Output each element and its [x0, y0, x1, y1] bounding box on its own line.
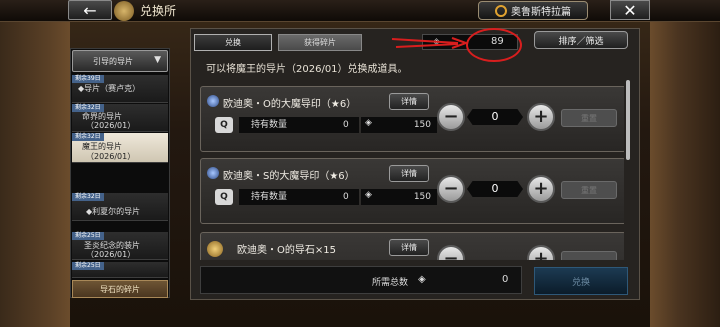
sidebar-item-label: 魔王的导片	[82, 142, 122, 151]
seal-icon	[207, 95, 219, 107]
quantity-value: 0	[467, 109, 523, 125]
sidebar-item-sublabel: （2026/01）	[86, 121, 136, 130]
reset-button[interactable]	[561, 251, 617, 260]
quantity-value: 0	[467, 181, 523, 197]
item-name: 欧迪奥・S的大魔导印（★6）	[223, 171, 355, 182]
sidebar-item-label: 命界的导片	[82, 112, 122, 121]
sidebar-item-label: ◆利夏尔的导片	[86, 207, 141, 216]
detail-button[interactable]: 详情	[389, 165, 429, 182]
page-title: 兑换所	[140, 4, 177, 18]
owned-label: 持有数量	[239, 189, 359, 205]
sidebar-item-5[interactable]: 剩余25日 圣炎纪念的装片 （2026/01）	[72, 232, 168, 260]
reset-button[interactable]: 重置	[561, 181, 617, 199]
tab-exchange[interactable]: 兑换	[194, 34, 272, 51]
back-button[interactable]: ←	[68, 0, 112, 20]
owned-label: 持有数量	[239, 117, 359, 133]
sidebar-category-dropdown[interactable]: 引导的导片 ▼	[72, 50, 168, 72]
exchange-button[interactable]: 兑换	[534, 267, 628, 295]
sidebar-item-3[interactable]: 剩余32日 魔王的导片 （2026/01）	[72, 133, 168, 163]
decrease-button[interactable]: −	[437, 245, 465, 260]
shard-icon: ◈	[418, 274, 426, 285]
sidebar-item-6[interactable]: 剩余25日	[72, 262, 168, 278]
increase-button[interactable]: +	[527, 245, 555, 260]
ownership-row: Q 持有数量 0 ◈ 150	[215, 117, 437, 133]
panel-description: 可以将魔王的导片（2026/01）兑换成道具。	[206, 64, 408, 75]
shard-icon: ◈	[365, 190, 372, 200]
decrease-button[interactable]: −	[437, 103, 465, 131]
sidebar-item-2[interactable]: 剩余32日 命界的导片 （2026/01）	[72, 104, 168, 132]
inventory-icon: Q	[215, 189, 233, 205]
remaining-days-badge: 剩余25日	[72, 262, 104, 270]
exchange-item-list[interactable]: 欧迪奥・O的大魔导印（★6） 详情 Q 持有数量 0 ◈ 150 − 0 + 重…	[200, 78, 624, 260]
owned-count: 0	[343, 192, 349, 202]
close-button[interactable]: ✕	[610, 0, 650, 20]
cost-box: ◈ 150	[361, 189, 437, 205]
decrease-button[interactable]: −	[437, 175, 465, 203]
total-value: 0	[502, 274, 509, 285]
refresh-icon	[495, 4, 507, 17]
wood-border-left	[0, 22, 70, 327]
gem-icon	[207, 241, 223, 257]
detail-button[interactable]: 详情	[389, 239, 429, 256]
sidebar-item-sublabel: （2026/01）	[86, 152, 136, 161]
shard-icon: ◈	[365, 118, 372, 128]
cost-box: ◈ 150	[361, 117, 437, 133]
sidebar-item-1[interactable]: 剩余39日 ◆导片（赛卢克）	[72, 75, 168, 103]
exchange-emblem-icon	[114, 1, 134, 21]
owned-count: 0	[343, 120, 349, 130]
total-label: 所需总数	[372, 278, 409, 288]
exchange-item-card: 欧迪奥・O的导石×15 详情 − +	[200, 232, 624, 260]
ownership-row: Q 持有数量 0 ◈ 150	[215, 189, 437, 205]
story-label: 奥鲁斯特拉篇	[511, 7, 571, 18]
sidebar-category-label: 引导的导片	[93, 56, 133, 66]
reset-button[interactable]: 重置	[561, 109, 617, 127]
sort-filter-button[interactable]: 排序／筛选	[534, 31, 628, 49]
increase-button[interactable]: +	[527, 103, 555, 131]
tab-get-fragments[interactable]: 获得碎片	[278, 34, 362, 51]
total-bar	[200, 266, 522, 294]
remaining-days-badge: 剩余32日	[72, 193, 104, 201]
detail-button[interactable]: 详情	[389, 93, 429, 110]
sidebar-item-label: 圣炎纪念的装片	[84, 241, 140, 250]
remaining-days-badge: 剩余39日	[72, 75, 104, 83]
sidebar-item-4[interactable]: 剩余32日 ◆利夏尔的导片	[72, 193, 168, 221]
list-scrollbar[interactable]	[626, 80, 630, 160]
chevron-down-icon: ▼	[154, 55, 161, 65]
story-button[interactable]: 奥鲁斯特拉篇	[478, 1, 588, 20]
exchange-item-card: 欧迪奥・S的大魔导印（★6） 详情 Q 持有数量 0 ◈ 150 − 0 + 重…	[200, 158, 624, 224]
seal-icon	[207, 167, 219, 179]
item-cost: 150	[413, 120, 431, 130]
item-name: 欧迪奥・O的导石×15	[237, 245, 336, 256]
item-name: 欧迪奥・O的大魔导印（★6）	[223, 99, 357, 110]
item-cost: 150	[413, 192, 431, 202]
remaining-days-badge: 剩余32日	[72, 104, 104, 112]
sidebar-item-label: ◆导片（赛卢克）	[78, 84, 141, 93]
annotation-circle	[466, 28, 522, 62]
increase-button[interactable]: +	[527, 175, 555, 203]
exchange-item-card: 欧迪奥・O的大魔导印（★6） 详情 Q 持有数量 0 ◈ 150 − 0 + 重…	[200, 86, 624, 152]
wood-border-right	[650, 22, 720, 327]
remaining-days-badge: 剩余32日	[72, 133, 104, 141]
inventory-icon: Q	[215, 117, 233, 133]
sidebar-item-sublabel: （2026/01）	[86, 250, 136, 259]
remaining-days-badge: 剩余25日	[72, 232, 104, 240]
annotation-arrow	[391, 37, 469, 49]
sidebar-item-fragments[interactable]: 导石的碎片	[72, 280, 168, 298]
